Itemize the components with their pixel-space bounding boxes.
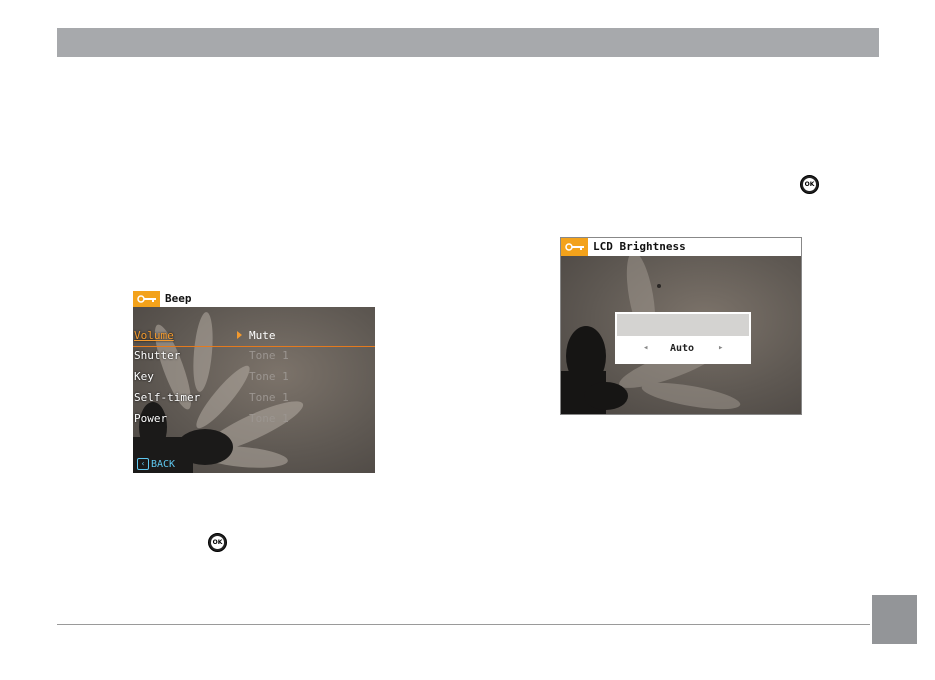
menu-item-power[interactable]: Power Tone 1 [133, 409, 375, 429]
footer-divider [57, 624, 870, 625]
back-arrow-icon: ‹ [137, 458, 149, 470]
menu-title: LCD Brightness [593, 240, 686, 253]
brightness-selector[interactable]: ◂ Auto ▸ [615, 338, 751, 362]
beep-menu-screen: Beep Volume Mute Shutter Tone 1 Key Tone… [133, 291, 375, 473]
chevron-left-icon[interactable]: ◂ [643, 343, 648, 353]
brightness-value: Auto [670, 343, 695, 354]
wrench-icon [561, 238, 588, 256]
title-bar: LCD Brightness [561, 238, 801, 256]
brightness-dialog: ◂ Auto ▸ [615, 312, 751, 364]
chevron-right-icon[interactable]: ▸ [718, 343, 723, 353]
menu-title: Beep [165, 292, 192, 305]
back-button[interactable]: ‹ BACK [137, 457, 175, 471]
page-number-tab [872, 595, 917, 644]
wrench-icon [133, 291, 160, 307]
lcd-brightness-screen: LCD Brightness ◂ Auto ▸ [560, 237, 802, 415]
selection-arrow-icon [237, 331, 242, 339]
ok-button-icon: OK [208, 533, 227, 552]
menu-item-shutter[interactable]: Shutter Tone 1 [133, 346, 375, 366]
menu-item-self-timer[interactable]: Self-timer Tone 1 [133, 388, 375, 408]
dialog-highlight [617, 314, 749, 336]
title-bar: Beep [133, 291, 375, 307]
menu-item-key[interactable]: Key Tone 1 [133, 367, 375, 387]
ok-button-icon: OK [800, 175, 819, 194]
menu-item-volume[interactable]: Volume Mute [133, 326, 375, 347]
header-bar [57, 28, 879, 57]
